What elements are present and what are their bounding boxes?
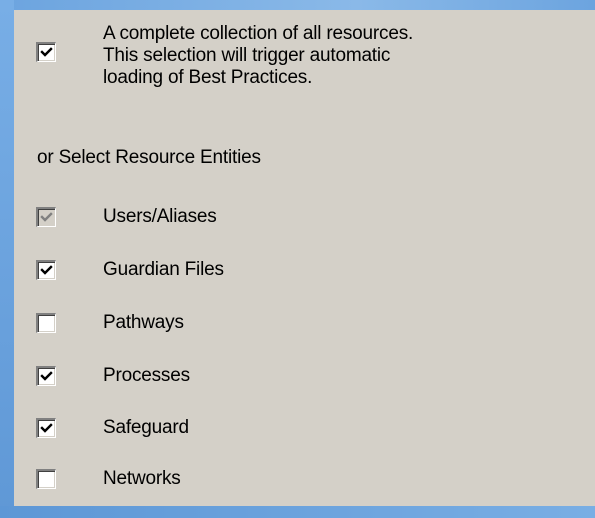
section-heading: or Select Resource Entities — [37, 147, 261, 168]
guardian-files-checkbox[interactable] — [36, 260, 56, 280]
complete-collection-label: A complete collection of all resources. … — [103, 23, 583, 89]
complete-collection-line-2: This selection will trigger automatic — [103, 45, 391, 66]
networks-label: Networks — [103, 468, 181, 489]
processes-label: Processes — [103, 365, 190, 386]
desktop-background-top — [0, 0, 595, 10]
resource-selection-panel: A complete collection of all resources. … — [14, 10, 595, 506]
checkmark-icon — [40, 212, 53, 222]
checkmark-icon — [40, 423, 53, 433]
pathways-checkbox[interactable] — [36, 313, 56, 333]
complete-collection-line-3: loading of Best Practices. — [103, 67, 313, 88]
networks-checkbox[interactable] — [36, 469, 56, 489]
checkmark-icon — [40, 265, 53, 275]
checkmark-icon — [40, 47, 53, 57]
safeguard-label: Safeguard — [103, 417, 189, 438]
users-aliases-checkbox[interactable] — [36, 207, 56, 227]
safeguard-checkbox[interactable] — [36, 418, 56, 438]
processes-checkbox[interactable] — [36, 366, 56, 386]
complete-collection-line-1: A complete collection of all resources. — [103, 23, 414, 44]
guardian-files-label: Guardian Files — [103, 259, 224, 280]
users-aliases-label: Users/Aliases — [103, 206, 217, 227]
complete-collection-checkbox[interactable] — [36, 42, 56, 62]
desktop-background-left — [0, 0, 14, 518]
pathways-label: Pathways — [103, 312, 184, 333]
checkmark-icon — [40, 371, 53, 381]
desktop-background-bottom — [0, 506, 595, 518]
